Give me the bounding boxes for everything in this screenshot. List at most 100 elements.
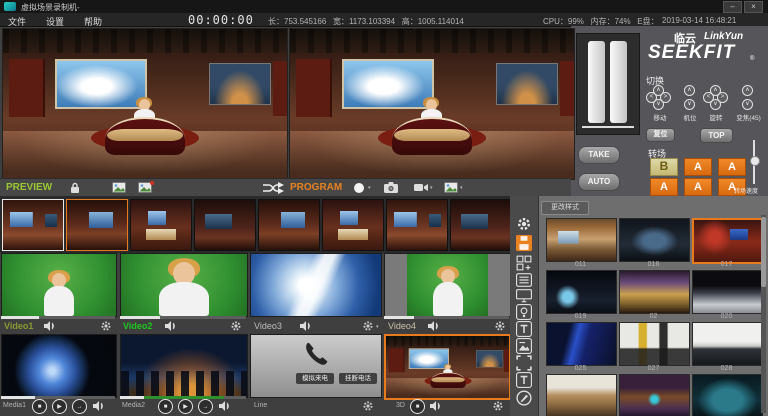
threed-output-thumbnail[interactable] — [384, 334, 511, 400]
transition-a-button[interactable]: A — [684, 178, 712, 196]
picture-icon[interactable] — [444, 182, 458, 193]
video4-thumbnail[interactable] — [384, 253, 511, 317]
image-layer-icon[interactable] — [516, 338, 532, 354]
menu-help[interactable]: 帮助 — [84, 15, 102, 28]
scene-shot-thumbnail[interactable] — [450, 199, 512, 251]
media1-play-button[interactable]: ▶ — [52, 399, 67, 414]
transition-a-button[interactable]: A — [684, 158, 712, 176]
scene-shot-thumbnail[interactable] — [130, 199, 192, 251]
lock-icon[interactable] — [70, 182, 80, 194]
gear-icon[interactable] — [362, 320, 374, 332]
videocam-icon[interactable] — [414, 183, 428, 192]
minimize-button[interactable]: – — [723, 1, 742, 13]
scene-thumbnail[interactable] — [546, 270, 617, 314]
top-button[interactable]: TOP — [700, 128, 733, 143]
scene-shot-thumbnail[interactable] — [322, 199, 384, 251]
scene-shot-thumbnail[interactable] — [258, 199, 320, 251]
media2-thumbnail[interactable] — [120, 334, 248, 398]
change-style-button[interactable]: 更改样式 — [541, 201, 589, 215]
browser-scrollbar[interactable] — [761, 215, 766, 413]
video4-seekbar[interactable] — [384, 316, 509, 319]
tbar-handle-left[interactable] — [588, 41, 605, 123]
gear-icon[interactable] — [100, 320, 112, 332]
video3-thumbnail[interactable] — [250, 253, 382, 317]
phone-call-button[interactable]: 模拟来电 — [296, 373, 334, 384]
dpad-up-button[interactable]: ∧ — [742, 85, 753, 96]
tbar-handle-right[interactable] — [610, 41, 627, 123]
transition-a-button[interactable]: A — [718, 158, 746, 176]
dpad-down-button[interactable]: ∨ — [742, 99, 753, 110]
speaker-icon[interactable] — [219, 401, 231, 411]
speaker-icon[interactable] — [93, 401, 105, 411]
speaker-icon[interactable] — [428, 321, 440, 331]
speaker-icon[interactable] — [430, 401, 442, 411]
dpad-down-button[interactable]: ∨ — [684, 99, 695, 110]
record-button[interactable] — [354, 183, 364, 193]
media1-loop-button[interactable]: → — [72, 399, 87, 414]
scene-thumbnail[interactable] — [692, 270, 763, 314]
speaker-icon[interactable] — [44, 321, 56, 331]
dpad-down-button[interactable]: ∨ — [653, 99, 664, 110]
threed-stop-button[interactable]: ■ — [410, 399, 425, 414]
menu-settings[interactable]: 设置 — [46, 15, 64, 28]
gear-icon[interactable] — [492, 400, 504, 412]
video1-thumbnail[interactable] — [1, 253, 117, 317]
snapshot-icon[interactable] — [112, 182, 126, 193]
settings-gear-icon[interactable] — [516, 216, 532, 232]
frame-icon[interactable] — [516, 355, 532, 371]
speed-slider-knob[interactable] — [750, 156, 760, 166]
playlist-icon[interactable] — [516, 272, 532, 288]
dpad-up-button[interactable]: ∧ — [684, 85, 695, 96]
videocam-dropdown-icon[interactable]: ▾ — [430, 185, 433, 191]
take-button[interactable]: TAKE — [578, 146, 620, 164]
subtitle-text-icon[interactable] — [516, 372, 532, 388]
brush-icon[interactable] — [516, 390, 532, 406]
record-dropdown-icon[interactable]: ▾ — [368, 185, 371, 191]
video1-seekbar[interactable] — [1, 316, 115, 319]
scene-thumbnail[interactable] — [546, 218, 617, 262]
auto-button[interactable]: AUTO — [578, 173, 620, 191]
transition-tbar[interactable] — [576, 33, 640, 135]
light-icon[interactable] — [516, 304, 532, 320]
scene-thumbnail[interactable] — [692, 322, 763, 366]
transition-a-button[interactable]: A — [650, 178, 678, 196]
phone-hangup-button[interactable]: 挂断电话 — [339, 373, 377, 384]
swap-preview-program-icon[interactable] — [262, 182, 284, 194]
scene-thumbnail[interactable] — [546, 374, 617, 416]
line-thumbnail[interactable]: 模拟来电 挂断电话 — [250, 334, 382, 398]
media1-thumbnail[interactable] — [1, 334, 117, 398]
layout-grid-icon[interactable] — [516, 255, 532, 271]
video2-seekbar[interactable] — [120, 316, 246, 319]
gear-icon[interactable] — [230, 320, 242, 332]
scene-shot-thumbnail[interactable] — [2, 199, 64, 251]
scene-shot-thumbnail[interactable] — [386, 199, 448, 251]
reset-button[interactable]: 复位 — [646, 128, 675, 142]
save-floppy-icon[interactable] — [516, 235, 532, 251]
browser-scrollbar-thumb[interactable] — [761, 217, 766, 287]
scene-thumbnail[interactable] — [619, 374, 690, 416]
media2-play-button[interactable]: ▶ — [178, 399, 193, 414]
dpad-down-button[interactable]: ∨ — [710, 99, 721, 110]
speaker-icon[interactable] — [300, 321, 312, 331]
close-button[interactable]: × — [744, 1, 763, 13]
media2-stop-button[interactable]: ■ — [158, 399, 173, 414]
gear-dropdown-icon[interactable]: ▾ — [376, 324, 379, 330]
video2-thumbnail[interactable] — [120, 253, 248, 317]
scene-thumbnail[interactable] — [619, 322, 690, 366]
scene-thumbnail[interactable] — [692, 374, 763, 416]
menu-file[interactable]: 文件 — [8, 15, 26, 28]
scene-thumbnail-selected[interactable] — [692, 218, 765, 264]
monitor-icon[interactable] — [516, 288, 532, 304]
scene-thumbnail[interactable] — [619, 270, 690, 314]
media1-stop-button[interactable]: ■ — [32, 399, 47, 414]
title-text-icon[interactable] — [516, 321, 532, 337]
transition-b-button[interactable]: B — [650, 158, 678, 176]
scene-shot-thumbnail[interactable] — [194, 199, 256, 251]
media2-loop-button[interactable]: → — [198, 399, 213, 414]
scene-shot-thumbnail[interactable] — [66, 199, 128, 251]
gear-icon[interactable] — [494, 320, 506, 332]
gear-icon[interactable] — [362, 400, 374, 412]
camera-icon[interactable] — [384, 182, 398, 193]
scene-thumbnail[interactable] — [546, 322, 617, 366]
scene-thumbnail[interactable] — [619, 218, 690, 262]
